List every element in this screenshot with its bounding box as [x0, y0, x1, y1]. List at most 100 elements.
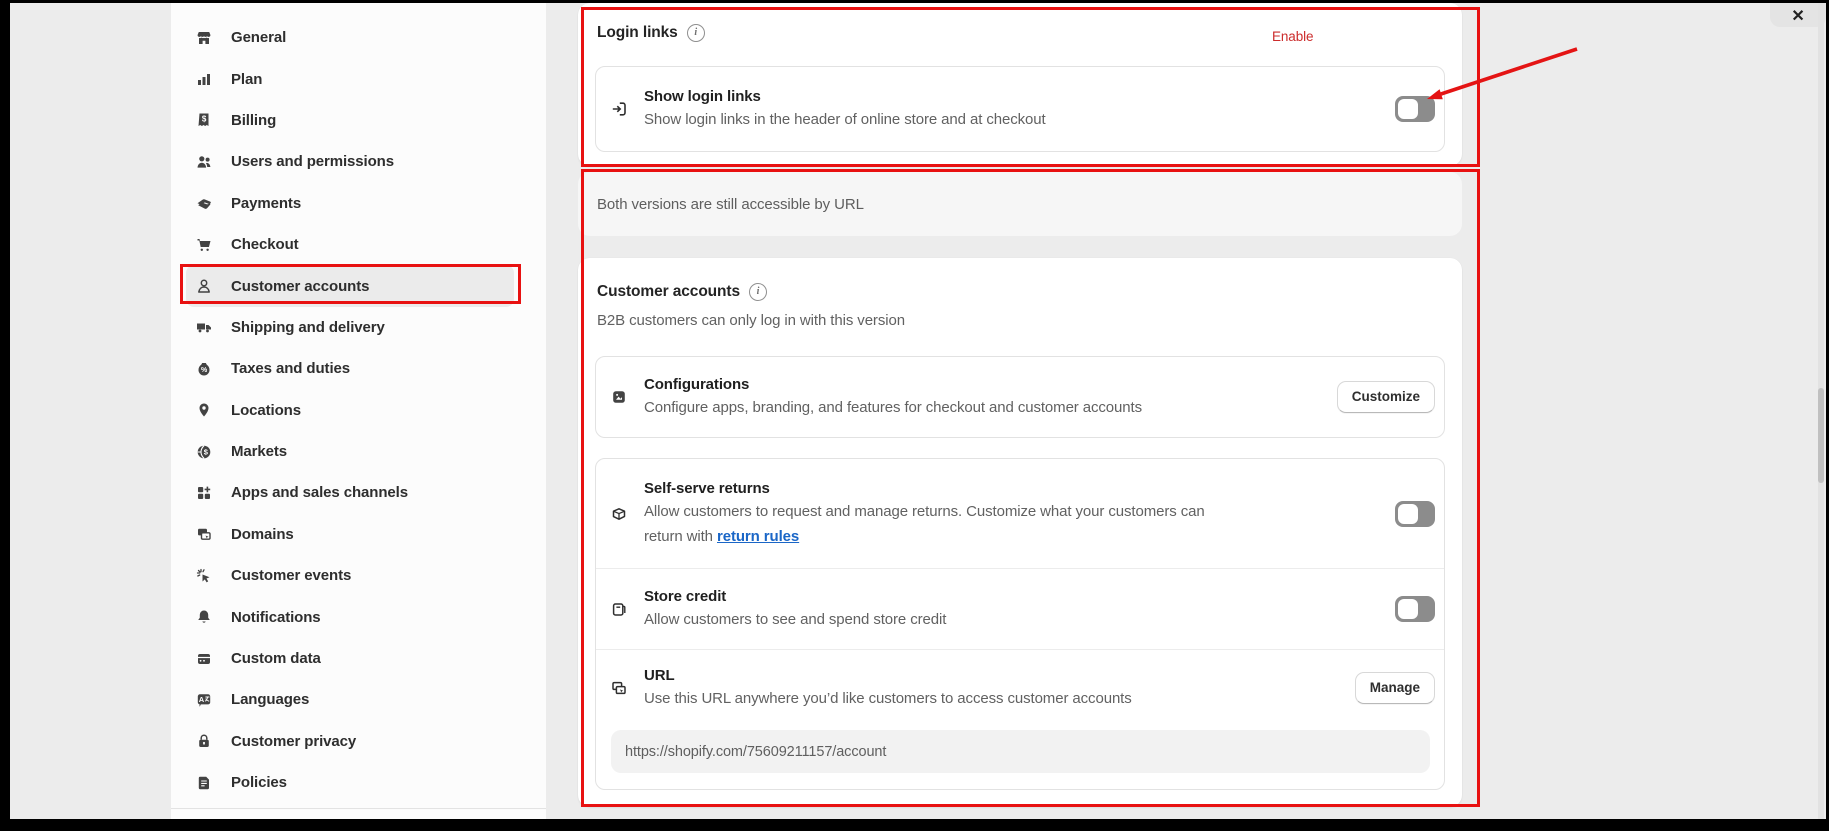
sidebar-item-label: Customer accounts [231, 278, 369, 295]
url-icon [611, 680, 628, 696]
languages-icon: A [196, 692, 212, 708]
sidebar-item-label: Domains [231, 526, 294, 543]
sidebar-item-label: Users and permissions [231, 153, 394, 170]
checkout-icon [196, 237, 212, 253]
sidebar-divider [171, 808, 546, 809]
url-title: URL [644, 665, 1339, 686]
configurations-row: Configurations Configure apps, branding,… [596, 357, 1444, 437]
sidebar-item-label: Shipping and delivery [231, 319, 385, 336]
configurations-icon [611, 389, 628, 405]
self-serve-returns-description-2: return with return rules [644, 524, 1379, 549]
show-login-links-toggle[interactable] [1395, 96, 1435, 122]
sidebar-item-languages[interactable]: A Languages [186, 679, 514, 720]
settings-modal: General Plan $ Billing Users and permissions… [10, 3, 1826, 819]
sidebar-item-customer-events[interactable]: Customer events [186, 555, 514, 596]
sidebar-item-label: Markets [231, 443, 287, 460]
svg-text:%: % [201, 367, 208, 374]
users-icon [196, 154, 212, 170]
lock-icon [196, 733, 212, 749]
sidebar-item-domains[interactable]: Domains [186, 514, 514, 555]
account-url-value: https://shopify.com/75609211157/account [625, 744, 886, 760]
returns-icon [611, 506, 628, 522]
sidebar-item-apps-and-sales-channels[interactable]: Apps and sales channels [186, 472, 514, 513]
login-links-title: Login links [597, 22, 678, 44]
customer-accounts-section: Customer accounts i B2B customers can on… [578, 258, 1462, 807]
self-serve-returns-toggle[interactable] [1395, 501, 1435, 527]
sidebar-item-taxes-and-duties[interactable]: % Taxes and duties [186, 348, 514, 389]
manage-button[interactable]: Manage [1355, 672, 1435, 704]
sidebar-item-label: Taxes and duties [231, 360, 350, 377]
domains-icon [196, 526, 212, 542]
svg-text:A: A [199, 695, 205, 704]
person-icon [196, 278, 212, 294]
return-rules-link[interactable]: return rules [717, 528, 799, 545]
customer-accounts-title: Customer accounts [597, 281, 740, 303]
sidebar-item-custom-data[interactable]: Custom data [186, 638, 514, 679]
store-icon [196, 30, 212, 46]
sidebar-item-label: Customer privacy [231, 733, 356, 750]
settings-main: Login links i Show login links Show logi… [578, 3, 1462, 819]
sidebar-item-shipping-and-delivery[interactable]: Shipping and delivery [186, 307, 514, 348]
sidebar-item-locations[interactable]: Locations [186, 390, 514, 431]
self-serve-returns-description: Allow customers to request and manage re… [644, 499, 1379, 524]
self-serve-returns-title: Self-serve returns [644, 478, 1379, 499]
url-row: URL Use this URL anywhere you’d like cus… [596, 650, 1444, 711]
sidebar-item-label: Checkout [231, 236, 299, 253]
markets-icon: $ [196, 444, 212, 460]
payments-icon [196, 195, 212, 211]
store-credit-icon [611, 601, 628, 617]
apps-icon [196, 485, 212, 501]
sidebar-item-plan[interactable]: Plan [186, 58, 514, 99]
store-credit-toggle[interactable] [1395, 596, 1435, 622]
locations-icon [196, 402, 212, 418]
sidebar-item-label: Locations [231, 402, 301, 419]
shipping-icon [196, 319, 212, 335]
sidebar-item-general[interactable]: General [186, 17, 514, 58]
sidebar-item-label: Apps and sales channels [231, 484, 408, 501]
store-credit-row: Store credit Allow customers to see and … [596, 569, 1444, 649]
customer-accounts-subtitle: B2B customers can only log in with this … [597, 310, 1443, 332]
sidebar-item-payments[interactable]: Payments [186, 183, 514, 224]
login-icon [611, 101, 628, 117]
plan-icon [196, 71, 212, 87]
url-access-banner: Both versions are still accessible by UR… [578, 172, 1462, 236]
policies-icon [196, 775, 212, 791]
billing-icon: $ [196, 112, 212, 128]
bell-icon [196, 609, 212, 625]
svg-text:$: $ [202, 115, 207, 124]
show-login-links-row: Show login links Show login links in the… [596, 67, 1444, 151]
store-credit-title: Store credit [644, 586, 1379, 607]
info-icon[interactable]: i [687, 24, 705, 42]
events-icon [196, 568, 212, 584]
sidebar-item-checkout[interactable]: Checkout [186, 224, 514, 265]
sidebar-item-customer-privacy[interactable]: Customer privacy [186, 721, 514, 762]
sidebar-item-label: Custom data [231, 650, 321, 667]
sidebar-item-customer-accounts[interactable]: Customer accounts [186, 265, 514, 306]
sidebar-item-policies[interactable]: Policies [186, 762, 514, 803]
taxes-icon: % [196, 361, 212, 377]
sidebar-item-label: Notifications [231, 609, 321, 626]
sidebar-item-notifications[interactable]: Notifications [186, 596, 514, 637]
info-icon[interactable]: i [749, 283, 767, 301]
banner-text: Both versions are still accessible by UR… [597, 196, 864, 213]
store-credit-description: Allow customers to see and spend store c… [644, 607, 1379, 632]
show-login-links-title: Show login links [644, 86, 1379, 107]
settings-sidebar: General Plan $ Billing Users and permissions… [171, 3, 546, 819]
login-links-section: Login links i Show login links Show logi… [578, 3, 1462, 166]
sidebar-item-label: Billing [231, 112, 276, 129]
close-icon: ✕ [1791, 7, 1804, 27]
sidebar-item-label: General [231, 29, 286, 46]
sidebar-item-users-and-permissions[interactable]: Users and permissions [186, 141, 514, 182]
scrollbar-thumb[interactable] [1818, 388, 1824, 483]
custom-data-icon [196, 651, 212, 667]
sidebar-item-markets[interactable]: $ Markets [186, 431, 514, 472]
account-url-field[interactable]: https://shopify.com/75609211157/account [611, 730, 1430, 773]
sidebar-item-billing[interactable]: $ Billing [186, 100, 514, 141]
sidebar-item-label: Languages [231, 691, 309, 708]
url-description: Use this URL anywhere you’d like custome… [644, 686, 1339, 711]
self-serve-returns-row: Self-serve returns Allow customers to re… [596, 459, 1444, 568]
sidebar-item-label: Plan [231, 71, 262, 88]
sidebar-item-label: Payments [231, 195, 301, 212]
customize-button[interactable]: Customize [1337, 381, 1435, 413]
sidebar-nav: General Plan $ Billing Users and permissions… [171, 3, 546, 803]
